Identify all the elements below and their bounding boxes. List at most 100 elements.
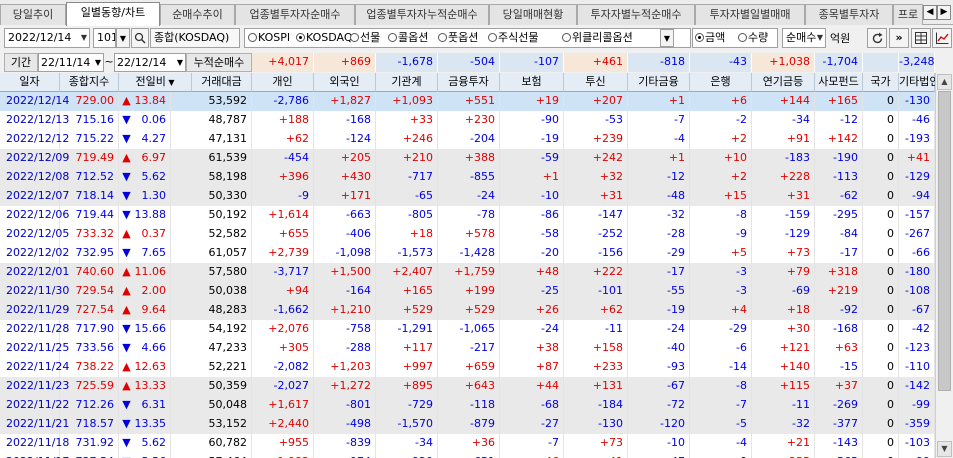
vertical-scrollbar[interactable]: ▲ ▼ (935, 73, 953, 458)
trading-value-cell: 47,233 (171, 339, 252, 358)
radio-kospi[interactable]: KOSPI (248, 30, 290, 46)
table-row[interactable]: 2022/11/30 729.54 ▲ 2.00 50,038 +94 -164 +165 +1… (0, 282, 935, 301)
table-row[interactable]: 2022/12/05 733.32 ▲ 0.37 52,582 +655 -406 +18 +5… (0, 225, 935, 244)
chart-view-button[interactable] (932, 28, 952, 48)
other-corporation-cell: -42 (899, 320, 935, 339)
column-header-insurance[interactable]: 보험 (500, 73, 564, 92)
radio-call-option[interactable]: 콜옵션 (388, 30, 428, 46)
radio-weekly-call[interactable]: 위클리콜옵션 (562, 30, 633, 46)
tab-sector-investor-net-buy[interactable]: 업종별투자자순매수 (235, 4, 355, 25)
table-row[interactable]: 2022/12/08 712.52 ▼ 5.62 58,198 +396 +430 -717-… (0, 168, 935, 187)
financial-investment-cell: -78 (438, 206, 500, 225)
calendar-dropdown-icon[interactable]: ▼ (95, 54, 101, 71)
refresh-button[interactable] (867, 28, 887, 48)
column-header-government[interactable]: 국가 (863, 73, 899, 92)
calendar-dropdown-icon[interactable]: ▼ (81, 29, 87, 47)
radio-quantity[interactable]: 수량 (738, 30, 768, 46)
column-header-other-corporation[interactable]: 기타법인 (899, 73, 939, 92)
radio-amount[interactable]: 금액 (695, 30, 725, 46)
investment-trust-cell: +131 (564, 377, 628, 396)
column-header-pension[interactable]: 연기금등 (752, 73, 815, 92)
other-corporation-cell: -142 (899, 377, 935, 396)
table-row[interactable]: 2022/11/29 727.54 ▲ 9.64 48,283 -1,662 +1,210 +… (0, 301, 935, 320)
code-input[interactable]: 101 (93, 28, 116, 48)
period-from-input[interactable]: 22/11/14 ▼ (38, 53, 104, 72)
column-header-investment-trust[interactable]: 투신 (564, 73, 628, 92)
table-row[interactable]: 2022/11/22 712.26 ▼ 6.31 50,048 +1,617 -801 -72… (0, 396, 935, 415)
table-row[interactable]: 2022/11/28 717.90 ▼ 15.66 54,192 +2,076 -758 -1… (0, 320, 935, 339)
table-row[interactable]: 2022/12/02 732.95 ▼ 7.65 61,057 +2,739 -1,098-… (0, 244, 935, 263)
cumulative-individual: +4,017 (252, 53, 314, 72)
change-arrow-icon: ▲ (122, 227, 131, 240)
table-row[interactable]: 2022/11/25 733.56 ▼ 4.66 47,233 +305 -288 +117-… (0, 339, 935, 358)
column-header-composite-index[interactable]: 종합지수 (60, 73, 119, 92)
scroll-down-button[interactable]: ▼ (937, 441, 952, 457)
code-dropdown-button[interactable]: ▼ (116, 28, 130, 48)
tab-scroll-left-button[interactable]: ◀ (923, 5, 937, 20)
radio-put-option[interactable]: 풋옵션 (438, 30, 478, 46)
tab-stock-investor[interactable]: 종목별투자자 (805, 4, 893, 25)
other-finance-cell: -29 (628, 244, 690, 263)
column-header-institution[interactable]: 기관계 (376, 73, 438, 92)
individual-cell: +94 (252, 282, 314, 301)
tab-today-trend[interactable]: 당일추이 (0, 4, 66, 25)
private-fund-cell: -565 (815, 453, 863, 458)
trade-type-select[interactable]: 순매수 ▼ (782, 28, 826, 48)
tab-investor-cumulative[interactable]: 투자자별누적순매수 (577, 4, 695, 25)
individual-cell: +955 (252, 434, 314, 453)
table-row[interactable]: 2022/11/23 725.59 ▲ 13.33 50,359 -2,027 +1,272… (0, 377, 935, 396)
private-fund-cell: -62 (815, 187, 863, 206)
column-header-individual[interactable]: 개인 (252, 73, 314, 92)
institution-cell: -729 (376, 396, 438, 415)
radio-futures[interactable]: 선물 (350, 30, 380, 46)
institution-cell: +18 (376, 225, 438, 244)
table-row[interactable]: 2022/12/14 729.00 ▲ 13.84 53,592 -2,786 +1,827… (0, 92, 935, 111)
grid-view-button[interactable] (911, 28, 931, 48)
calendar-dropdown-icon[interactable]: ▼ (177, 54, 183, 71)
column-header-change[interactable]: 전일비 ▼ (119, 73, 192, 92)
cumulative-investment-trust: +461 (564, 53, 628, 72)
column-header-other-finance[interactable]: 기타금융 (628, 73, 690, 92)
radio-stock-futures[interactable]: 주식선물 (488, 30, 538, 46)
date-input[interactable]: 2022/12/14 ▼ (4, 28, 90, 48)
table-row[interactable]: 2022/12/01 740.60 ▲ 11.06 57,580 -3,717 +1,500… (0, 263, 935, 282)
table-row[interactable]: 2022/11/24 738.22 ▲ 12.63 52,221 -2,082 +1,203… (0, 358, 935, 377)
table-row[interactable]: 2022/12/13 715.16 ▼ 0.06 48,787 +188 -168 +33 +2… (0, 111, 935, 130)
change-cell: 4.27 (134, 130, 171, 149)
market-dropdown-button[interactable]: ▼ (660, 29, 674, 47)
tab-investor-daily[interactable]: 투자자별일별매매 (695, 4, 805, 25)
tab-program[interactable]: 프로 (893, 4, 923, 25)
table-row[interactable]: 2022/12/07 718.14 ▼ 1.30 50,330 -9 +171 -65 -24-… (0, 187, 935, 206)
table-row[interactable]: 2022/11/17737.54▼5.5657,464+1,982-974-92… (0, 453, 935, 458)
table-row[interactable]: 2022/11/21 718.57 ▼ 13.35 53,152 +2,440 -498 -1… (0, 415, 935, 434)
column-header-private-fund[interactable]: 사모펀드 (815, 73, 863, 92)
date-cell: 2022/11/25 (0, 339, 69, 358)
insurance-cell: +87 (500, 358, 564, 377)
tab-today-trading[interactable]: 당일매매현황 (489, 4, 577, 25)
tab-sector-investor-cumulative[interactable]: 업종별투자자누적순매수 (355, 4, 489, 25)
scroll-thumb[interactable] (938, 91, 951, 391)
tab-daily-trend-chart[interactable]: 일별동향/차트 (66, 2, 160, 26)
period-to-input[interactable]: 22/12/14 ▼ (114, 53, 186, 72)
tab-net-buy-trend[interactable]: 순매수추이 (160, 4, 235, 25)
institution-cell: -920 (376, 453, 438, 458)
foreign-cell: -406 (314, 225, 376, 244)
column-header-foreign[interactable]: 외국인 (314, 73, 376, 92)
next-button[interactable]: » (889, 28, 909, 48)
government-cell: 0 (863, 187, 899, 206)
unit-label: 억원 (830, 32, 851, 45)
sort-dropdown-icon[interactable]: ▼ (166, 78, 174, 87)
table-row[interactable]: 2022/11/18 731.92 ▼ 5.62 60,782 +955 -839 -34 +3… (0, 434, 935, 453)
code-search-button[interactable] (131, 28, 149, 48)
index-cell: 738.22 (60, 358, 119, 377)
column-header-financial-investment[interactable]: 금융투자 (438, 73, 500, 92)
radio-kosdaq[interactable]: KOSDAQ (296, 30, 353, 46)
table-row[interactable]: 2022/12/09 719.49 ▲ 6.97 61,539 -454 +205 +210 +… (0, 149, 935, 168)
tab-scroll-right-button[interactable]: ▶ (937, 5, 951, 20)
column-header-date[interactable]: 일자 (0, 73, 60, 92)
table-row[interactable]: 2022/12/12 715.22 ▼ 4.27 47,131 +62 -124 +246 -2… (0, 130, 935, 149)
table-row[interactable]: 2022/12/06 719.44 ▼ 13.88 50,192 +1,614 -663 -8… (0, 206, 935, 225)
column-header-trading-value[interactable]: 거래대금 (192, 73, 252, 92)
scroll-up-button[interactable]: ▲ (937, 74, 952, 90)
column-header-bank[interactable]: 은행 (690, 73, 752, 92)
